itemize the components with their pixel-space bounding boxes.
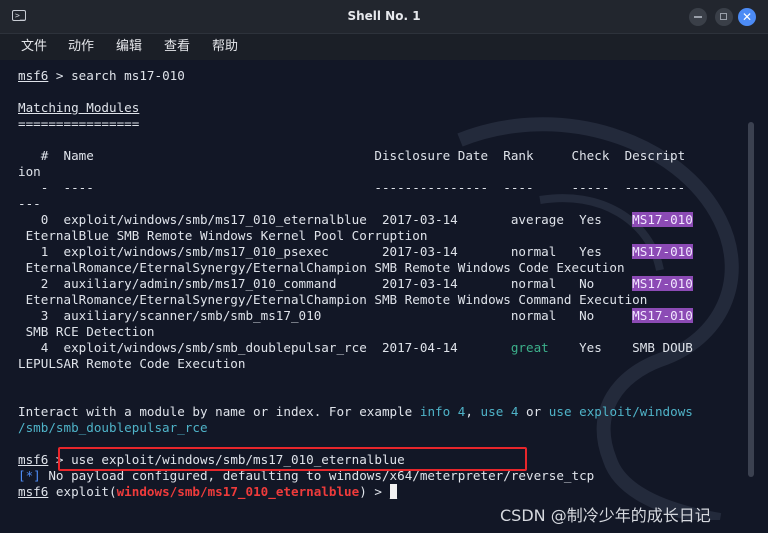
terminal-line: EternalRomance/EternalSynergy/EternalCha…	[18, 260, 693, 276]
terminal-text: MS17-010	[632, 244, 693, 259]
terminal-scrollbar[interactable]	[748, 122, 754, 477]
menu-actions[interactable]: 动作	[68, 38, 94, 56]
terminal-line: EternalBlue SMB Remote Windows Kernel Po…	[18, 228, 693, 244]
terminal-line: - ---- --------------- ---- ----- ------…	[18, 180, 693, 196]
terminal-line: 0 exploit/windows/smb/ms17_010_eternalbl…	[18, 212, 693, 228]
terminal-text: use exploit/windows	[548, 404, 693, 419]
terminal-text: Interact with a module by name or index.…	[18, 404, 420, 419]
menu-help[interactable]: 帮助	[212, 38, 238, 56]
menu-bar: 文件 动作 编辑 查看 帮助	[0, 34, 768, 60]
terminal-text: ---	[18, 196, 41, 211]
title-bar[interactable]: >_ Shell No. 1 ✕	[0, 0, 768, 34]
terminal-text: msf6	[18, 452, 49, 467]
terminal-text: ,	[465, 404, 481, 419]
terminal-text: EternalRomance/EternalSynergy/EternalCha…	[18, 260, 625, 275]
terminal-text: 3 auxiliary/scanner/smb/smb_ms17_010 nor…	[18, 308, 633, 323]
minimize-button[interactable]	[689, 8, 707, 26]
csdn-watermark: CSDN @制冷少年的成长日记	[500, 506, 711, 525]
menu-view[interactable]: 查看	[164, 38, 190, 56]
terminal-text: EternalBlue SMB Remote Windows Kernel Po…	[18, 228, 428, 243]
terminal-lines: msf6 > search ms17-010 Matching Modules ==…	[18, 68, 693, 500]
terminal-line: Interact with a module by name or index.…	[18, 404, 693, 420]
terminal-text: MS17-010	[632, 276, 693, 291]
terminal-text: msf6	[18, 68, 49, 83]
terminal-line: 3 auxiliary/scanner/smb/smb_ms17_010 nor…	[18, 308, 693, 324]
terminal-line: # Name Disclosure Date Rank Check Descri…	[18, 148, 693, 164]
terminal-text: > search ms17-010	[48, 68, 185, 83]
terminal-text: 1 exploit/windows/smb/ms17_010_psexec 20…	[18, 244, 633, 259]
close-button[interactable]: ✕	[738, 8, 756, 26]
terminal-text: great	[510, 340, 549, 355]
terminal-cursor: _	[389, 484, 398, 499]
terminal-text: - ---- --------------- ---- ----- ------…	[18, 180, 686, 195]
terminal-line: msf6 > search ms17-010	[18, 68, 693, 84]
terminal-text: ion	[18, 164, 41, 179]
terminal-text: use 4	[480, 404, 519, 419]
terminal-text: ================	[18, 116, 140, 131]
terminal-text: LEPULSAR Remote Code Execution	[18, 356, 246, 371]
terminal-line: /smb/smb_doublepulsar_rce	[18, 420, 693, 436]
terminal-text: Matching Modules	[18, 100, 140, 115]
terminal-line: 1 exploit/windows/smb/ms17_010_psexec 20…	[18, 244, 693, 260]
maximize-button[interactable]	[715, 8, 733, 26]
terminal-text: 0 exploit/windows/smb/ms17_010_eternalbl…	[18, 212, 633, 227]
terminal-output[interactable]: msf6 > search ms17-010 Matching Modules ==…	[0, 60, 768, 533]
terminal-text: MS17-010	[632, 308, 693, 323]
terminal-text: # Name Disclosure Date Rank Check Descri…	[18, 148, 686, 163]
terminal-line: 2 auxiliary/admin/smb/ms17_010_command 2…	[18, 276, 693, 292]
terminal-text: 2 auxiliary/admin/smb/ms17_010_command 2…	[18, 276, 633, 291]
terminal-line: SMB RCE Detection	[18, 324, 693, 340]
terminal-text: exploit(	[48, 484, 117, 499]
terminal-line: ion	[18, 164, 693, 180]
terminal-line: msf6 exploit(windows/smb/ms17_010_eterna…	[18, 484, 693, 500]
terminal-line: ---	[18, 196, 693, 212]
terminal-text: windows/smb/ms17_010_eternalblue	[116, 484, 360, 499]
window-title: Shell No. 1	[347, 9, 421, 23]
terminal-line: ================	[18, 116, 693, 132]
terminal-text: 4 exploit/windows/smb/smb_doublepulsar_r…	[18, 340, 511, 355]
terminal-text: [*]	[18, 468, 41, 483]
terminal-text: SMB RCE Detection	[18, 324, 155, 339]
terminal-line: Matching Modules	[18, 100, 693, 116]
terminal-line: 4 exploit/windows/smb/smb_doublepulsar_r…	[18, 340, 693, 356]
terminal-line: EternalRomance/EternalSynergy/EternalCha…	[18, 292, 693, 308]
menu-edit[interactable]: 编辑	[116, 38, 142, 56]
terminal-text: msf6	[18, 484, 49, 499]
terminal-text: ) >	[359, 484, 390, 499]
terminal-text: MS17-010	[632, 212, 693, 227]
terminal-text: EternalRomance/EternalSynergy/EternalCha…	[18, 292, 648, 307]
terminal-text: /smb/smb_doublepulsar_rce	[18, 420, 208, 435]
highlight-box	[58, 447, 527, 471]
terminal-line: LEPULSAR Remote Code Execution	[18, 356, 693, 372]
terminal-text: info 4	[419, 404, 466, 419]
terminal-window: >_ Shell No. 1 ✕ 文件 动作 编辑 查看 帮助 msf6 > s…	[0, 0, 768, 533]
menu-file[interactable]: 文件	[21, 38, 47, 56]
terminal-text: Yes SMB DOUB	[548, 340, 693, 355]
terminal-text: or	[518, 404, 549, 419]
